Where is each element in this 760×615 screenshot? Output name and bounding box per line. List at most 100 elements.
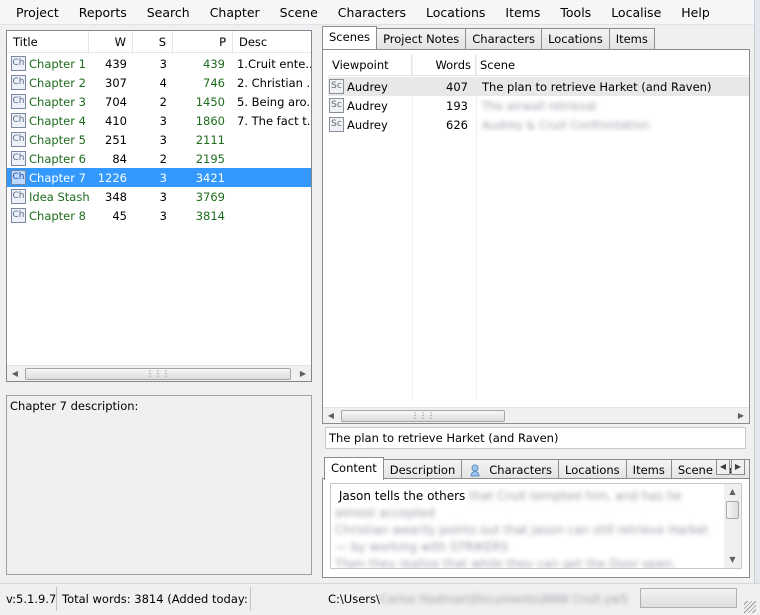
chapter-title: Chapter 6 bbox=[29, 151, 86, 166]
content-blurred: Christian wearily points out that Jason … bbox=[335, 523, 709, 554]
scroll-right-icon[interactable]: ▶ bbox=[295, 366, 311, 382]
chapter-title: Idea Stash bbox=[29, 189, 89, 204]
chapter-scenes: 3 bbox=[159, 56, 167, 71]
chapter-words: 251 bbox=[105, 132, 127, 147]
tab-description[interactable]: Description bbox=[382, 459, 463, 480]
chapter-position: 2111 bbox=[195, 132, 225, 147]
chapter-scenes: 3 bbox=[159, 208, 167, 223]
chapter-words: 1226 bbox=[97, 170, 127, 185]
chapter-position: 1450 bbox=[195, 94, 225, 109]
column-header-title[interactable]: Title bbox=[7, 31, 89, 53]
scene-icon: Sc bbox=[329, 117, 344, 132]
tab-locations[interactable]: Locations bbox=[541, 28, 610, 49]
chapter-scenes: 2 bbox=[159, 151, 167, 166]
chapter-scenes: 2 bbox=[159, 94, 167, 109]
chapter-row[interactable]: Ch Chapter 8 45 3 3814 bbox=[7, 206, 311, 225]
bottom-tab-strip: Content Description Characters Locations… bbox=[324, 457, 750, 480]
menu-tools[interactable]: Tools bbox=[550, 0, 601, 25]
tab-project-notes[interactable]: Project Notes bbox=[376, 28, 467, 49]
scene-content-editor[interactable]: Jason tells the others that Cruit tempte… bbox=[330, 483, 742, 569]
chapter-description-panel[interactable]: Chapter 7 description: bbox=[6, 395, 312, 575]
tab-scene-characters[interactable]: Characters bbox=[461, 459, 560, 480]
tab-label: Characters bbox=[489, 463, 553, 477]
chapter-icon: Ch bbox=[11, 132, 26, 147]
chapter-scenes: 3 bbox=[159, 113, 167, 128]
character-icon bbox=[468, 463, 482, 477]
top-tab-strip: Scenes Project Notes Characters Location… bbox=[322, 26, 655, 49]
menu-bar: Project Reports Search Chapter Scene Cha… bbox=[0, 0, 760, 25]
chapter-title: Chapter 2 bbox=[29, 75, 86, 90]
tab-items[interactable]: Items bbox=[608, 28, 655, 49]
scroll-down-icon[interactable]: ▼ bbox=[724, 552, 741, 568]
chapter-position: 439 bbox=[203, 56, 225, 71]
chapter-scenes: 3 bbox=[159, 132, 167, 147]
scenes-panel: Viewpoint Words Scene Sc Audrey 407 The p… bbox=[322, 49, 750, 424]
chapter-desc: 2. Christian ... bbox=[237, 75, 311, 90]
chapter-title: Chapter 1 bbox=[29, 56, 86, 71]
content-blurred: Then they realize that while they can ge… bbox=[335, 557, 676, 569]
column-header-scenes[interactable]: S bbox=[133, 31, 173, 53]
menu-locations[interactable]: Locations bbox=[416, 0, 495, 25]
column-header-words[interactable]: W bbox=[89, 31, 133, 53]
tab-characters[interactable]: Characters bbox=[465, 28, 543, 49]
chapter-row[interactable]: Ch Chapter 3 704 2 1450 5. Being aro... bbox=[7, 92, 311, 111]
tab-scroll-right-icon[interactable]: ▶ bbox=[731, 459, 745, 475]
chapter-row[interactable]: Ch Chapter 5 251 3 2111 bbox=[7, 130, 311, 149]
scene-viewpoint: Audrey bbox=[347, 79, 388, 94]
column-header-desc[interactable]: Desc bbox=[233, 31, 311, 53]
tab-scroll-left-icon[interactable]: ◀ bbox=[716, 459, 730, 475]
chapter-desc: 1.Cruit ente... bbox=[237, 56, 311, 71]
menu-localise[interactable]: Localise bbox=[601, 0, 671, 25]
chapter-row[interactable]: Ch Chapter 1 439 3 439 1.Cruit ente... bbox=[7, 54, 311, 73]
tab-scene-items[interactable]: Items bbox=[625, 459, 672, 480]
scene-list-hscroll[interactable]: ◀ ⋮⋮⋮ ▶ bbox=[323, 407, 749, 423]
chapter-position: 3769 bbox=[195, 189, 225, 204]
content-vscroll[interactable]: ▲ ▼ bbox=[724, 484, 741, 568]
scene-title-field[interactable]: The plan to retrieve Harket (and Raven) bbox=[325, 427, 746, 449]
column-header-scene[interactable]: Scene bbox=[476, 55, 749, 76]
scroll-thumb[interactable]: ⋮⋮⋮ bbox=[341, 410, 505, 422]
column-header-words[interactable]: Words bbox=[412, 55, 476, 76]
chapter-words: 410 bbox=[105, 113, 127, 128]
column-header-position[interactable]: P bbox=[173, 31, 233, 53]
menu-project[interactable]: Project bbox=[6, 0, 69, 25]
chapter-icon: Ch bbox=[11, 75, 26, 90]
scroll-thumb[interactable] bbox=[726, 501, 739, 519]
menu-chapter[interactable]: Chapter bbox=[200, 0, 270, 25]
chapter-row[interactable]: Ch Chapter 6 84 2 2195 bbox=[7, 149, 311, 168]
scene-row[interactable]: Sc Audrey 626 Audrey & Cruit Confrontatio… bbox=[328, 115, 749, 134]
resize-grip-icon[interactable] bbox=[744, 601, 756, 613]
menu-items[interactable]: Items bbox=[495, 0, 550, 25]
scroll-left-icon[interactable]: ◀ bbox=[323, 408, 339, 424]
scene-content-text: Jason tells the others that Cruit tempte… bbox=[335, 488, 719, 569]
chapter-row[interactable]: Ch Idea Stash 348 3 3769 bbox=[7, 187, 311, 206]
tab-scene-locations[interactable]: Locations bbox=[558, 459, 627, 480]
chapter-words: 84 bbox=[112, 151, 127, 166]
chapter-list: Title W S P Desc Ch Chapter 1 439 3 439 1… bbox=[6, 30, 312, 382]
column-header-viewpoint[interactable]: Viewpoint bbox=[328, 55, 412, 76]
scroll-right-icon[interactable]: ▶ bbox=[733, 408, 749, 424]
chapter-list-hscroll[interactable]: ◀ ⋮⋮⋮ ▶ bbox=[7, 365, 311, 381]
menu-scene[interactable]: Scene bbox=[270, 0, 328, 25]
chapter-words: 45 bbox=[112, 208, 127, 223]
scroll-up-icon[interactable]: ▲ bbox=[724, 484, 741, 500]
menu-reports[interactable]: Reports bbox=[69, 0, 137, 25]
chapter-row-selected[interactable]: Ch Chapter 7 1226 3 3421 bbox=[7, 168, 311, 187]
scene-row-selected[interactable]: Sc Audrey 407 The plan to retrieve Harket… bbox=[328, 77, 749, 96]
menu-search[interactable]: Search bbox=[137, 0, 200, 25]
tab-content[interactable]: Content bbox=[324, 457, 384, 480]
menu-characters[interactable]: Characters bbox=[328, 0, 416, 25]
chapter-row[interactable]: Ch Chapter 2 307 4 746 2. Christian ... bbox=[7, 73, 311, 92]
scene-words: 407 bbox=[446, 79, 468, 94]
scroll-left-icon[interactable]: ◀ bbox=[7, 366, 23, 382]
tab-scenes[interactable]: Scenes bbox=[322, 26, 378, 49]
chapter-row[interactable]: Ch Chapter 4 410 3 1860 7. The fact t... bbox=[7, 111, 311, 130]
status-divider bbox=[250, 587, 251, 611]
scroll-thumb[interactable]: ⋮⋮⋮ bbox=[25, 368, 291, 380]
menu-help[interactable]: Help bbox=[671, 0, 720, 25]
scene-row[interactable]: Sc Audrey 193 The airwall retrieval bbox=[328, 96, 749, 115]
chapter-title: Chapter 7 bbox=[29, 170, 86, 185]
chapter-list-header: Title W S P Desc bbox=[7, 31, 311, 53]
chapter-desc: 7. The fact t... bbox=[237, 113, 311, 128]
chapter-title: Chapter 8 bbox=[29, 208, 86, 223]
